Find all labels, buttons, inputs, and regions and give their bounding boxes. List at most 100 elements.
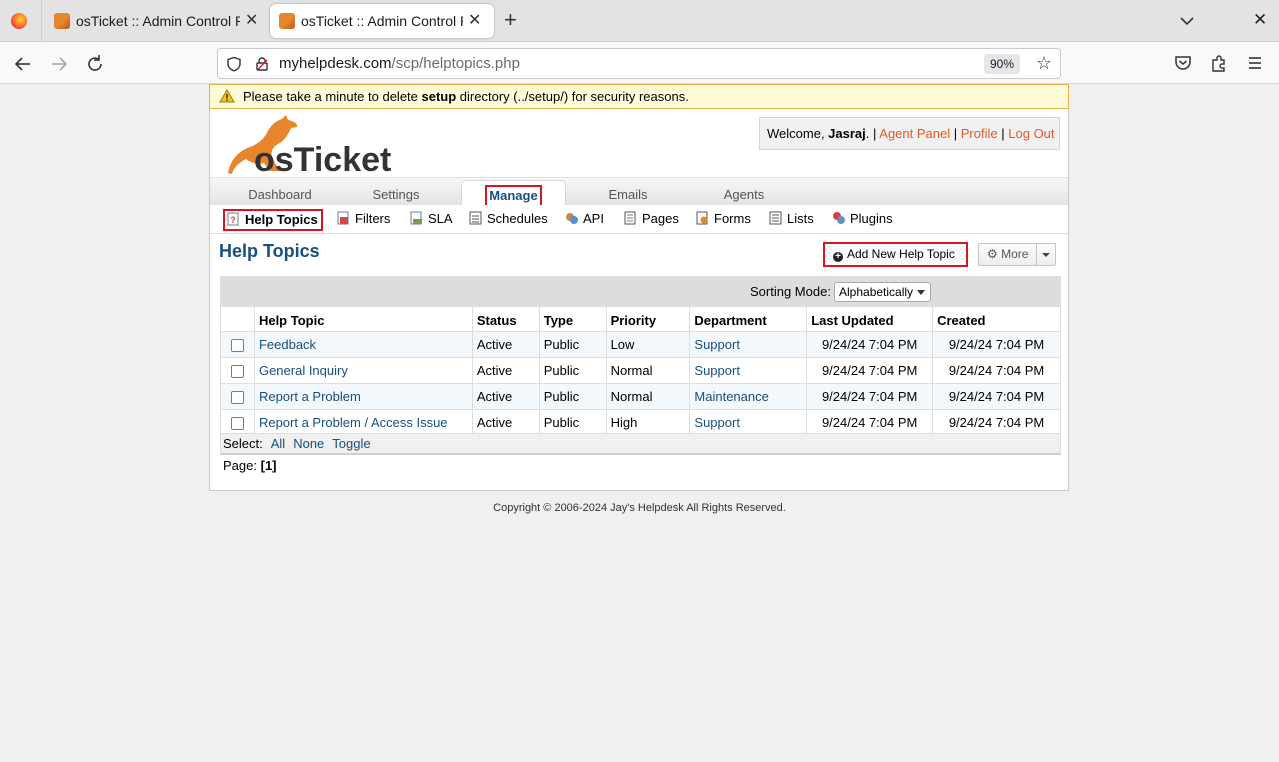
status-cell: Active xyxy=(471,331,540,358)
column-header-topic[interactable]: Help Topic xyxy=(253,306,473,332)
warning-suffix: directory (../setup/) for security reaso… xyxy=(456,89,689,104)
row-select-cell xyxy=(220,409,255,436)
topic-link[interactable]: General Inquiry xyxy=(259,363,348,378)
agent-panel-link[interactable]: Agent Panel xyxy=(879,126,950,141)
subnav-api-label: API xyxy=(583,211,604,226)
close-tab-icon[interactable]: ✕ xyxy=(468,13,481,29)
column-header-created[interactable]: Created xyxy=(932,306,1061,332)
priority-cell: Normal xyxy=(605,383,691,410)
sorting-mode-select[interactable]: Alphabetically xyxy=(834,282,931,302)
warning-text: Please take a minute to delete setup dir… xyxy=(243,85,689,108)
svg-text:osTicket: osTicket xyxy=(254,141,391,175)
topic-link[interactable]: Report a Problem xyxy=(259,389,361,404)
menu-hamburger-icon[interactable] xyxy=(1245,53,1265,73)
select-all-link[interactable]: All xyxy=(271,436,285,451)
close-tab-icon[interactable]: ✕ xyxy=(245,13,258,29)
osticket-logo[interactable]: osTicket xyxy=(218,113,398,175)
schedules-icon xyxy=(469,211,482,225)
logout-link[interactable]: Log Out xyxy=(1008,126,1054,141)
user-welcome-box: Welcome, Jasraj. | Agent Panel | Profile… xyxy=(759,117,1060,150)
reload-icon[interactable] xyxy=(83,52,107,76)
row-checkbox[interactable] xyxy=(231,365,244,379)
new-tab-icon[interactable]: + xyxy=(504,9,517,31)
type-cell: Public xyxy=(538,409,607,436)
nav-emails[interactable]: Emails xyxy=(600,180,656,206)
tab-title: osTicket :: Admin Control Panel xyxy=(301,13,463,29)
tab-title: osTicket :: Admin Control Panel xyxy=(76,13,240,29)
subnav-schedules[interactable]: Schedules xyxy=(469,209,548,231)
subnav-help-topics[interactable]: ? Help Topics xyxy=(223,209,323,231)
separator: | xyxy=(953,126,958,141)
nav-settings[interactable]: Settings xyxy=(360,180,432,206)
add-new-help-topic-button[interactable]: + Add New Help Topic xyxy=(823,242,968,267)
bookmark-star-icon[interactable]: ☆ xyxy=(1036,53,1052,73)
subnav-lists[interactable]: Lists xyxy=(769,209,814,231)
forms-icon xyxy=(696,211,708,225)
select-none-link[interactable]: None xyxy=(293,436,324,451)
list-all-tabs-icon[interactable] xyxy=(1178,12,1196,30)
back-icon[interactable] xyxy=(11,52,35,76)
row-select-cell xyxy=(220,357,255,384)
browser-tab-1[interactable]: osTicket :: Admin Control Panel ✕ xyxy=(42,0,268,42)
nav-dashboard[interactable]: Dashboard xyxy=(240,180,320,206)
priority-cell: Low xyxy=(605,331,691,358)
topic-link[interactable]: Report a Problem / Access Issue xyxy=(259,415,448,430)
pocket-icon[interactable] xyxy=(1173,53,1193,73)
column-header-status[interactable]: Status xyxy=(471,306,540,332)
chevron-down-icon[interactable] xyxy=(1036,244,1055,265)
column-header-department[interactable]: Department xyxy=(689,306,808,332)
department-cell: Support xyxy=(689,331,808,358)
subnav-lists-label: Lists xyxy=(787,211,814,226)
osticket-favicon-icon xyxy=(279,13,295,29)
column-header-priority[interactable]: Priority xyxy=(605,306,691,332)
nav-manage[interactable]: Manage xyxy=(461,180,566,207)
subnav-api[interactable]: API xyxy=(565,209,604,231)
lock-icon[interactable] xyxy=(254,56,270,72)
nav-agents[interactable]: Agents xyxy=(715,180,773,206)
browser-tab-2-active[interactable]: osTicket :: Admin Control Panel ✕ xyxy=(270,4,494,38)
select-label: Select: xyxy=(223,436,263,451)
subnav-pages[interactable]: Pages xyxy=(624,209,679,231)
topic-link[interactable]: Feedback xyxy=(259,337,316,352)
add-button-label: Add New Help Topic xyxy=(847,247,955,261)
url-text: myhelpdesk.com/scp/helptopics.php xyxy=(279,55,520,72)
column-header-type[interactable]: Type xyxy=(538,306,607,332)
pages-icon xyxy=(624,211,636,225)
lists-icon xyxy=(769,211,782,225)
table-row: Feedback Active Public Low Support 9/24/… xyxy=(220,331,1061,358)
profile-link[interactable]: Profile xyxy=(961,126,998,141)
row-checkbox[interactable] xyxy=(231,339,244,353)
api-icon xyxy=(566,213,578,224)
extensions-icon[interactable] xyxy=(1209,53,1229,73)
zoom-level-badge[interactable]: 90% xyxy=(984,54,1021,74)
window-close-icon[interactable]: ✕ xyxy=(1253,10,1267,30)
department-link[interactable]: Support xyxy=(694,337,740,352)
table-row: Report a Problem Active Public Normal Ma… xyxy=(220,383,1061,410)
subnav-plugins[interactable]: Plugins xyxy=(832,209,893,231)
page-container: osTicket Welcome, Jasraj. | Agent Panel … xyxy=(209,109,1069,491)
department-link[interactable]: Support xyxy=(694,363,740,378)
url-host: myhelpdesk.com xyxy=(279,55,392,72)
subnav-sla[interactable]: SLA xyxy=(410,209,453,231)
forward-icon[interactable] xyxy=(47,52,71,76)
tracking-protection-shield-icon[interactable] xyxy=(226,56,242,72)
select-toggle-link[interactable]: Toggle xyxy=(332,436,370,451)
row-checkbox[interactable] xyxy=(231,391,244,405)
department-link[interactable]: Support xyxy=(694,415,740,430)
department-cell: Support xyxy=(689,357,808,384)
page-title: Help Topics xyxy=(219,241,320,261)
table-row: General Inquiry Active Public Normal Sup… xyxy=(220,357,1061,384)
subnav-filters[interactable]: Filters xyxy=(337,209,390,231)
main-nav: Dashboard Settings Manage Emails Agents xyxy=(210,177,1068,207)
subnav-forms[interactable]: Forms xyxy=(696,209,751,231)
column-header-select xyxy=(220,306,255,332)
firefox-view-button[interactable] xyxy=(0,0,42,42)
department-link[interactable]: Maintenance xyxy=(694,389,768,404)
status-cell: Active xyxy=(471,409,540,436)
column-header-last-updated[interactable]: Last Updated xyxy=(806,306,934,332)
topic-cell: Report a Problem xyxy=(253,383,473,410)
more-dropdown-button[interactable]: ⚙ More xyxy=(978,243,1056,266)
row-checkbox[interactable] xyxy=(231,417,244,431)
address-bar[interactable]: myhelpdesk.com/scp/helptopics.php 90% ☆ xyxy=(217,48,1061,79)
table-header-row: Help Topic Status Type Priority Departme… xyxy=(220,306,1061,332)
